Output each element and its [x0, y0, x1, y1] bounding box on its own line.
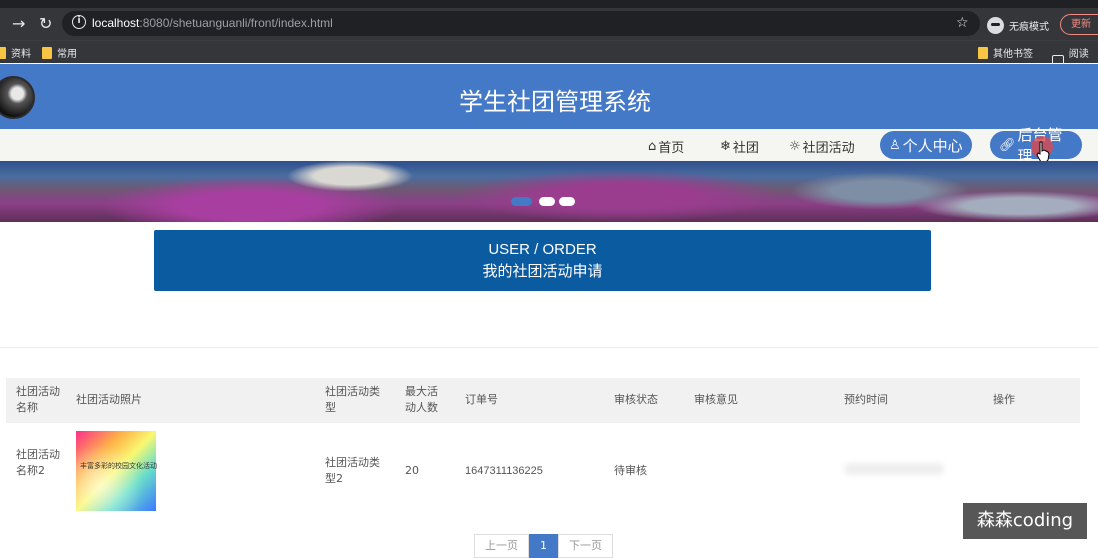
table-row[interactable]: 社团活动名称2 丰富多彩的校园文化活动 社团活动类型2 20 164731113…: [6, 423, 1080, 518]
page-1-button[interactable]: 1: [529, 534, 558, 558]
url-text[interactable]: localhost:8080/shetuanguanli/front/index…: [92, 16, 333, 30]
col-header-type: 社团活动类型: [325, 385, 380, 414]
nav-home-label: 首页: [658, 141, 685, 156]
nav-personal-center-label: 个人中心: [902, 136, 963, 155]
cell-max-people: 20: [405, 464, 419, 477]
snowflake-icon: ❄: [720, 139, 731, 154]
bookmark-folder-ziliao[interactable]: 资料: [0, 45, 31, 60]
col-header-max-people: 最大活动人数: [405, 385, 438, 414]
section-title-cn: 我的社团活动申请: [482, 262, 603, 280]
divider: [0, 347, 1098, 348]
prev-page-button[interactable]: 上一页: [474, 534, 529, 558]
link-icon: 🔗︎: [999, 137, 1016, 153]
incognito-icon: [987, 16, 1004, 34]
cell-status: 待审核: [614, 464, 647, 477]
update-button[interactable]: 更新: [1060, 14, 1098, 35]
browser-toolbar: → ↻ i localhost:8080/shetuanguanli/front…: [0, 8, 1098, 40]
section-title-box: USER / ORDER 我的社团活动申请: [154, 230, 931, 291]
bookmark-folder-changyong[interactable]: 常用: [42, 45, 77, 60]
carousel-dot[interactable]: [539, 197, 555, 206]
section-title-en: USER / ORDER: [488, 241, 597, 258]
forward-icon[interactable]: →: [12, 15, 25, 33]
site-title: 学生社团管理系统: [459, 88, 651, 116]
col-header-name: 社团活动名称: [16, 385, 60, 414]
col-header-status: 审核状态: [614, 393, 658, 406]
bookmark-label: 常用: [57, 49, 77, 60]
main-nav: ⌂ 首页 ❄ 社团 ☼ 社团活动 ♙ 个人中心 🔗︎ 后台管理: [0, 126, 1098, 165]
site-info-icon[interactable]: i: [72, 15, 86, 29]
cell-name: 社团活动名称2: [16, 448, 60, 477]
nav-activities-label: 社团活动: [802, 141, 855, 156]
folder-icon: [978, 46, 988, 59]
browser-tab-strip: [0, 0, 1098, 8]
incognito-label: 无痕模式: [1009, 21, 1049, 33]
blurred-time-value: [844, 463, 944, 475]
nav-personal-center[interactable]: ♙ 个人中心: [880, 131, 972, 159]
cell-order-no: 1647311136225: [465, 465, 543, 477]
home-icon: ⌂: [648, 139, 657, 154]
nav-clubs[interactable]: ❄ 社团: [720, 137, 759, 156]
col-header-order-no: 订单号: [465, 393, 498, 406]
next-page-button[interactable]: 下一页: [558, 534, 613, 558]
video-watermark: 森森coding: [963, 503, 1087, 539]
user-icon: ♙: [889, 137, 901, 153]
bookmark-label: 其他书签: [993, 49, 1033, 60]
cell-type: 社团活动类型2: [325, 456, 380, 485]
address-bar[interactable]: i localhost:8080/shetuanguanli/front/ind…: [62, 11, 980, 36]
photo-caption: 丰富多彩的校园文化活动: [80, 462, 157, 470]
col-header-opinion: 审核意见: [694, 393, 738, 406]
nav-clubs-label: 社团: [732, 141, 759, 156]
bookmark-folder-other[interactable]: 其他书签: [978, 45, 1033, 60]
hero-banner: [0, 161, 1098, 222]
folder-icon: [0, 46, 6, 59]
hand-cursor-icon: [1036, 141, 1050, 163]
reload-icon[interactable]: ↻: [39, 15, 52, 33]
nav-home[interactable]: ⌂ 首页: [648, 137, 684, 156]
site-header: 学生社团管理系统: [0, 64, 1098, 129]
folder-icon: [42, 46, 52, 59]
col-header-action: 操作: [993, 393, 1015, 406]
bookmarks-bar: 资料 常用 其他书签 阅读清: [0, 40, 1098, 75]
carousel-dot-active[interactable]: [511, 197, 532, 206]
col-header-photo: 社团活动照片: [76, 393, 142, 406]
bookmark-label: 资料: [11, 49, 31, 60]
incognito-indicator[interactable]: 无痕模式: [987, 16, 1049, 34]
table-header: 社团活动名称 社团活动照片 社团活动类型 最大活动人数 订单号 审核状态 审核意…: [6, 378, 1080, 423]
col-header-time: 预约时间: [844, 393, 888, 406]
carousel-dot[interactable]: [559, 197, 575, 206]
sun-icon: ☼: [789, 139, 801, 154]
bookmark-star-icon[interactable]: ☆: [956, 15, 969, 31]
nav-activities[interactable]: ☼ 社团活动: [789, 137, 855, 156]
pagination: 上一页 1 下一页: [474, 534, 613, 558]
activity-photo: 丰富多彩的校园文化活动: [76, 431, 157, 511]
